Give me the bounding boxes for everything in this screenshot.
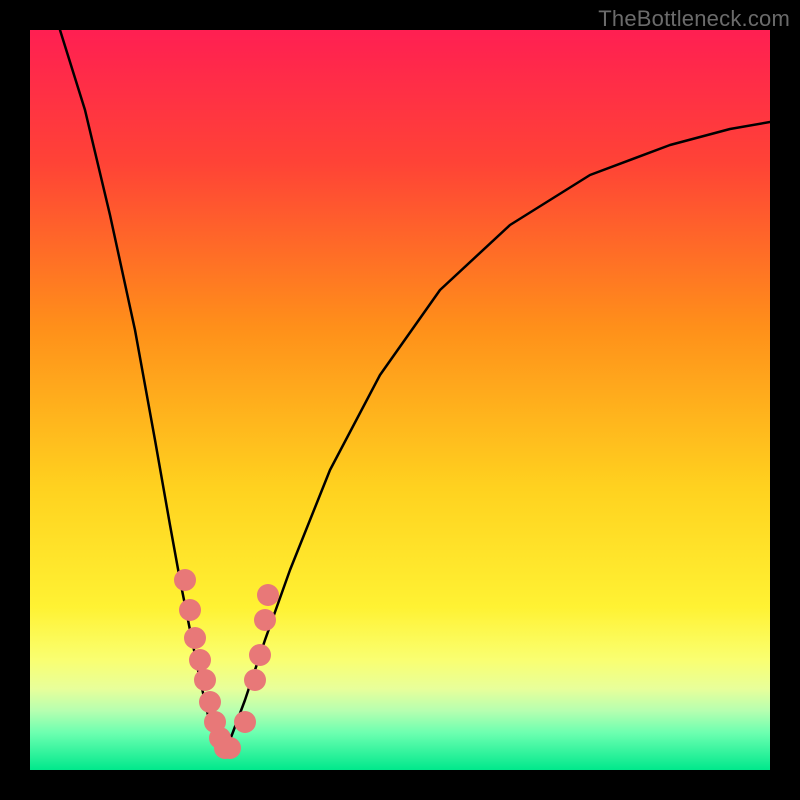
data-point	[257, 584, 279, 606]
data-point	[184, 627, 206, 649]
data-point	[219, 737, 241, 759]
data-point	[244, 669, 266, 691]
data-point	[199, 691, 221, 713]
data-point	[234, 711, 256, 733]
chart-frame: TheBottleneck.com	[0, 0, 800, 800]
data-point	[249, 644, 271, 666]
data-point	[189, 649, 211, 671]
plot-area	[30, 30, 770, 770]
marker-layer	[30, 30, 770, 770]
data-point	[194, 669, 216, 691]
data-point	[174, 569, 196, 591]
watermark-text: TheBottleneck.com	[598, 6, 790, 32]
data-point	[179, 599, 201, 621]
data-point	[254, 609, 276, 631]
